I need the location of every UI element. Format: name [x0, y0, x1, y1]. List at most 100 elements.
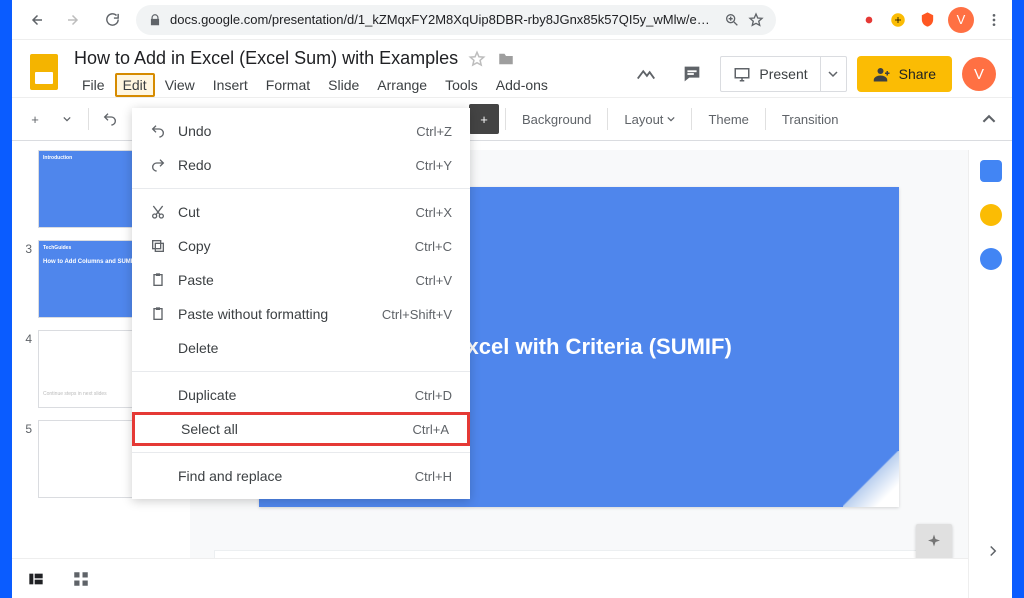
folder-icon[interactable]	[496, 50, 516, 68]
menu-paste[interactable]: Paste Ctrl+V	[132, 263, 470, 297]
caret-down-icon	[667, 115, 675, 123]
menu-undo-label: Undo	[178, 123, 416, 139]
menu-paste-shortcut: Ctrl+V	[416, 273, 452, 288]
keep-icon[interactable]	[980, 204, 1002, 226]
menu-addons[interactable]: Add-ons	[488, 73, 556, 97]
menu-undo[interactable]: Undo Ctrl+Z	[132, 114, 470, 148]
menu-edit[interactable]: Edit	[115, 73, 155, 97]
avatar-initial: V	[957, 12, 966, 27]
theme-button[interactable]: Theme	[698, 104, 758, 134]
menu-view[interactable]: View	[157, 73, 203, 97]
profile-avatar[interactable]: V	[948, 7, 974, 33]
grid-view-icon[interactable]	[72, 570, 90, 588]
undo-icon	[150, 123, 166, 139]
menu-redo-shortcut: Ctrl+Y	[416, 158, 452, 173]
side-panel-toggle[interactable]	[984, 542, 1002, 560]
document-title[interactable]: How to Add in Excel (Excel Sum) with Exa…	[74, 48, 458, 69]
menu-format[interactable]: Format	[258, 73, 318, 97]
layout-button[interactable]: Layout	[614, 104, 685, 134]
copy-icon	[150, 238, 166, 254]
menu-delete[interactable]: Delete	[132, 331, 470, 365]
ext-icon-1[interactable]	[861, 12, 877, 28]
person-add-icon	[873, 65, 891, 83]
present-button[interactable]: Present	[720, 56, 846, 92]
menu-tools[interactable]: Tools	[437, 73, 486, 97]
url-text: docs.google.com/presentation/d/1_kZMqxFY…	[170, 12, 716, 27]
menu-duplicate[interactable]: Duplicate Ctrl+D	[132, 378, 470, 412]
menu-delete-label: Delete	[178, 340, 452, 356]
back-button[interactable]	[22, 6, 50, 34]
sparkle-icon	[925, 533, 943, 551]
thumb-number: 4	[18, 330, 32, 346]
page-curl-icon	[843, 451, 899, 507]
paste-icon	[150, 272, 166, 288]
menu-redo[interactable]: Redo Ctrl+Y	[132, 148, 470, 182]
comments-icon[interactable]	[674, 56, 710, 92]
menu-select-all[interactable]: Select all Ctrl+A	[132, 412, 470, 446]
slide-title-text[interactable]: in Excel with Criteria (SUMIF)	[426, 334, 732, 360]
menu-duplicate-label: Duplicate	[178, 387, 415, 403]
menu-find-replace[interactable]: Find and replace Ctrl+H	[132, 459, 470, 493]
filmstrip-view-icon[interactable]	[26, 571, 46, 587]
edit-dropdown-menu: Undo Ctrl+Z Redo Ctrl+Y Cut Ctrl+X Copy …	[132, 108, 470, 499]
share-label: Share	[899, 66, 936, 82]
tasks-icon[interactable]	[980, 248, 1002, 270]
star-outline-icon[interactable]	[468, 50, 486, 68]
background-button[interactable]: Background	[512, 104, 601, 134]
slides-logo[interactable]	[24, 52, 64, 92]
menu-arrange[interactable]: Arrange	[369, 73, 435, 97]
menu-copy[interactable]: Copy Ctrl+C	[132, 229, 470, 263]
thumb-number: 5	[18, 420, 32, 436]
share-button[interactable]: Share	[857, 56, 952, 92]
collapse-toolbar-button[interactable]	[974, 104, 1004, 134]
calendar-icon[interactable]	[980, 160, 1002, 182]
reload-icon	[104, 11, 121, 28]
menu-file[interactable]: File	[74, 73, 113, 97]
redo-icon	[150, 157, 166, 173]
thumb-number	[18, 150, 32, 152]
chevron-right-icon	[984, 542, 1002, 560]
present-label: Present	[759, 66, 807, 82]
menu-select-all-label: Select all	[181, 421, 413, 437]
explore-button[interactable]	[916, 524, 952, 560]
thumb-label: Introduction	[43, 155, 72, 161]
layout-label: Layout	[624, 112, 663, 127]
menu-duplicate-shortcut: Ctrl+D	[415, 388, 452, 403]
star-icon[interactable]	[748, 12, 764, 28]
new-slide-dropdown[interactable]	[52, 104, 82, 134]
account-avatar[interactable]: V	[962, 57, 996, 91]
lock-icon	[148, 13, 162, 27]
thumb-number: 3	[18, 240, 32, 256]
address-bar[interactable]: docs.google.com/presentation/d/1_kZMqxFY…	[136, 5, 776, 35]
ext-icon-2[interactable]	[889, 11, 907, 29]
menu-copy-label: Copy	[178, 238, 415, 254]
footer-bar	[12, 558, 968, 598]
menu-slide[interactable]: Slide	[320, 73, 367, 97]
side-panel	[968, 150, 1012, 598]
menu-paste-plain[interactable]: Paste without formatting Ctrl+Shift+V	[132, 297, 470, 331]
paste-plain-icon	[150, 306, 166, 322]
menu-paste-label: Paste	[178, 272, 416, 288]
menu-select-all-shortcut: Ctrl+A	[413, 422, 449, 437]
transition-button[interactable]: Transition	[772, 104, 849, 134]
kebab-icon[interactable]	[986, 12, 1002, 28]
present-dropdown[interactable]	[820, 57, 846, 91]
menu-insert[interactable]: Insert	[205, 73, 256, 97]
menu-paste-plain-label: Paste without formatting	[178, 306, 382, 322]
zoom-icon[interactable]	[724, 12, 740, 28]
undo-button[interactable]	[95, 104, 125, 134]
activity-icon[interactable]	[628, 56, 664, 92]
menu-paste-plain-shortcut: Ctrl+Shift+V	[382, 307, 452, 322]
comment-add-button[interactable]: +	[469, 104, 499, 134]
menu-find-shortcut: Ctrl+H	[415, 469, 452, 484]
new-slide-button[interactable]: +	[20, 104, 50, 134]
menu-cut-label: Cut	[178, 204, 416, 220]
reload-button[interactable]	[98, 6, 126, 34]
menu-cut[interactable]: Cut Ctrl+X	[132, 195, 470, 229]
arrow-right-icon	[65, 11, 83, 29]
menu-redo-label: Redo	[178, 157, 416, 173]
ext-icon-3[interactable]	[919, 11, 936, 28]
menu-copy-shortcut: Ctrl+C	[415, 239, 452, 254]
caret-down-icon	[828, 69, 838, 79]
forward-button[interactable]	[60, 6, 88, 34]
